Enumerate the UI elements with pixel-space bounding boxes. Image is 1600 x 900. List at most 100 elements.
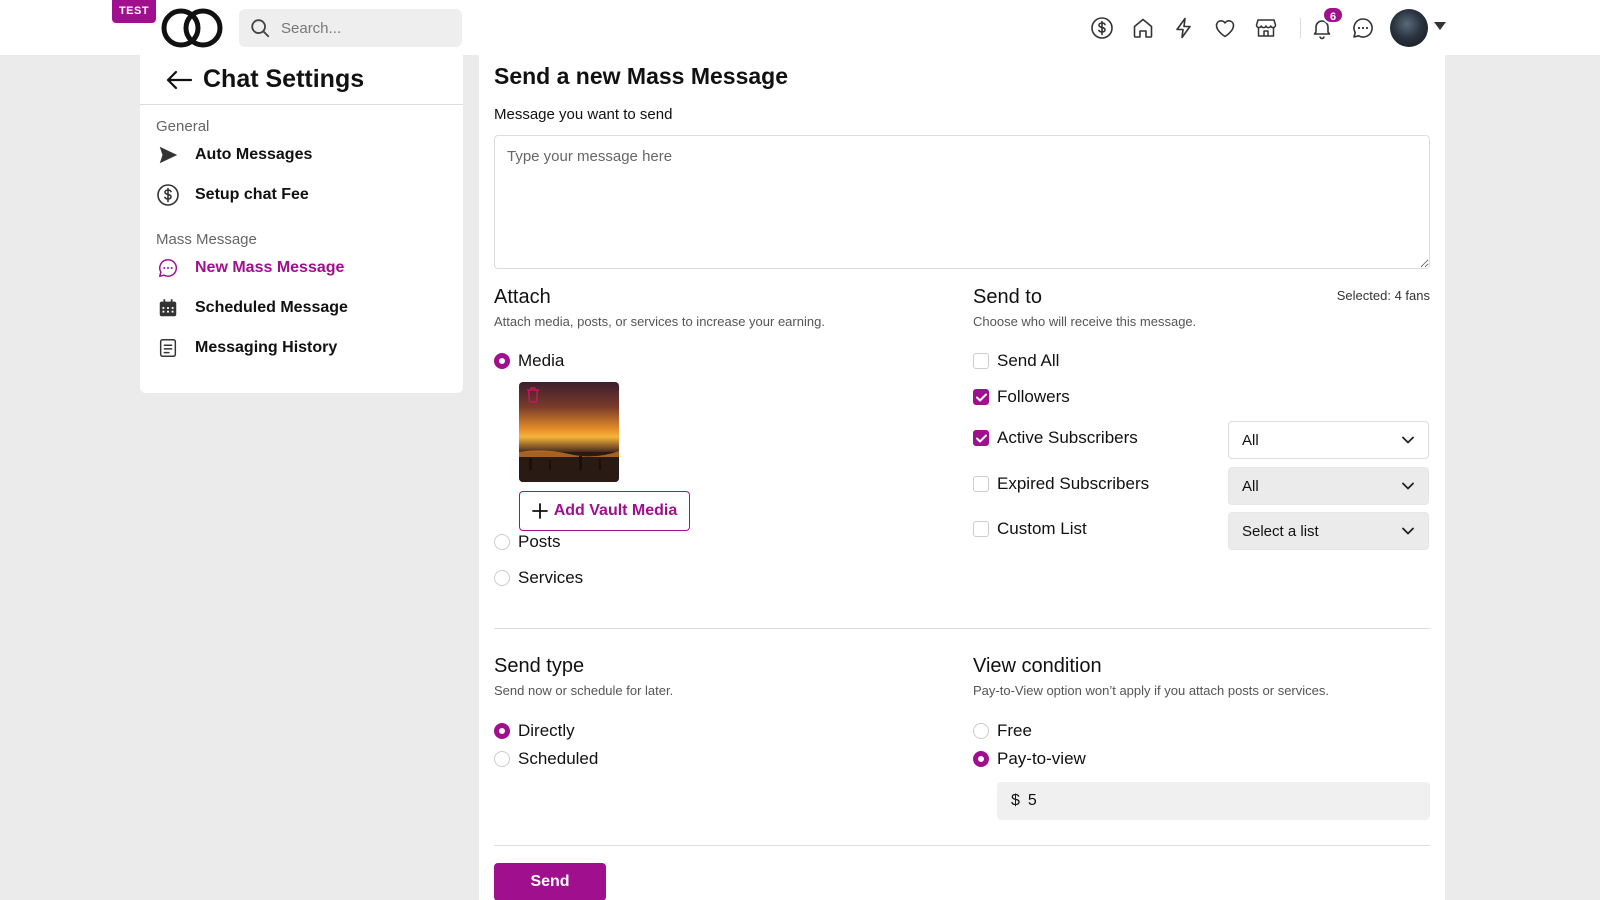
section-divider [494,628,1430,629]
checkbox-custom-list[interactable] [973,521,989,537]
select-value: Select a list [1242,522,1319,540]
radio-free[interactable] [973,723,989,739]
radio-services[interactable] [494,570,510,586]
add-vault-media-button[interactable]: Add Vault Media [519,491,690,531]
radio-posts[interactable] [494,534,510,550]
avatar[interactable] [1390,9,1428,47]
trash-icon[interactable] [525,386,541,404]
message-textarea[interactable] [494,135,1430,269]
option-label: Custom List [997,519,1087,538]
view-condition-title: View condition [973,655,1102,677]
chat-icon[interactable] [1351,16,1375,40]
chevron-down-icon[interactable] [1434,22,1446,30]
chat-icon [159,259,178,277]
logo-icon[interactable] [158,7,226,49]
document-icon [159,339,177,357]
price-input[interactable] [1027,792,1408,810]
attach-option-media[interactable]: Media [494,351,564,371]
sidebar-item-new-mass-message[interactable]: New Mass Message [140,248,463,288]
price-field[interactable]: $ [997,782,1430,820]
checkbox-followers[interactable] [973,389,989,405]
send-to-expired-subscribers[interactable]: Expired Subscribers [973,474,1149,494]
view-condition-subtitle: Pay-to-View option won’t apply if you at… [973,683,1329,698]
active-subscribers-select[interactable]: All [1228,421,1429,459]
dollar-icon [157,184,179,206]
sidebar-item-label: Setup chat Fee [195,186,309,203]
media-thumbnail[interactable] [519,382,619,482]
search-icon [251,19,270,38]
nav-divider [1300,18,1301,38]
checkbox-expired-subscribers[interactable] [973,476,989,492]
sidebar: Chat Settings General Auto Messages Setu… [140,55,463,393]
check-icon [975,393,987,401]
search-bar[interactable] [239,9,462,47]
chevron-down-icon [1402,482,1414,490]
option-label: Expired Subscribers [997,474,1150,493]
radio-pay-to-view[interactable] [973,751,989,767]
option-label: Free [997,721,1032,740]
send-to-followers[interactable]: Followers [973,387,1070,407]
attach-option-services[interactable]: Services [494,568,583,588]
option-label: Directly [518,721,575,740]
sidebar-header: Chat Settings [140,55,463,105]
radio-directly[interactable] [494,723,510,739]
send-type-scheduled[interactable]: Scheduled [494,749,598,769]
check-icon [975,434,987,442]
send-icon [159,146,178,164]
send-button[interactable]: Send [494,863,606,900]
checkbox-active-subscribers[interactable] [973,430,989,446]
option-label: Services [518,568,584,587]
radio-media[interactable] [494,353,510,369]
option-label: Media [518,351,565,370]
send-to-custom-list[interactable]: Custom List [973,519,1087,539]
currency-symbol: $ [1011,792,1020,809]
message-label: Message you want to send [494,106,673,123]
send-to-send-all[interactable]: Send All [973,351,1059,371]
store-icon[interactable] [1254,16,1278,40]
option-label: Active Subscribers [997,428,1138,447]
test-badge: TEST [112,0,156,23]
view-condition-free[interactable]: Free [973,721,1032,741]
dollar-icon[interactable] [1090,16,1114,40]
option-label: Scheduled [518,749,599,768]
back-arrow-icon[interactable] [165,68,193,92]
option-label: Followers [997,387,1070,406]
radio-scheduled[interactable] [494,751,510,767]
calendar-icon [159,299,177,317]
sidebar-item-label: Auto Messages [195,146,313,163]
footer-divider [494,845,1430,846]
view-condition-pay-to-view[interactable]: Pay-to-view [973,749,1086,769]
expired-subscribers-select[interactable]: All [1228,467,1429,505]
section-label-general: General [156,118,210,135]
send-type-subtitle: Send now or schedule for later. [494,683,674,698]
option-label: Pay-to-view [997,749,1086,768]
sidebar-item-scheduled-message[interactable]: Scheduled Message [140,288,463,328]
attach-title: Attach [494,286,551,308]
sunset-image-detail [519,450,619,482]
send-type-directly[interactable]: Directly [494,721,575,741]
custom-list-select[interactable]: Select a list [1228,512,1429,550]
form-title: Send a new Mass Message [494,63,789,89]
sidebar-item-auto-messages[interactable]: Auto Messages [140,135,463,175]
select-value: All [1242,477,1259,495]
checkbox-send-all[interactable] [973,353,989,369]
sidebar-item-setup-chat-fee[interactable]: Setup chat Fee [140,175,463,215]
sidebar-item-label: Scheduled Message [195,299,348,316]
option-label: Posts [518,532,561,551]
send-to-subtitle: Choose who will receive this message. [973,314,1197,329]
send-to-title: Send to [973,286,1042,308]
sidebar-item-messaging-history[interactable]: Messaging History [140,328,463,368]
attach-option-posts[interactable]: Posts [494,532,561,552]
attach-subtitle: Attach media, posts, or services to incr… [494,314,825,329]
search-input[interactable] [281,19,451,37]
chevron-down-icon [1402,436,1414,444]
lightning-icon[interactable] [1172,16,1196,40]
page-title: Chat Settings [203,65,365,93]
send-type-title: Send type [494,655,585,677]
send-to-active-subscribers[interactable]: Active Subscribers [973,428,1138,448]
notification-badge: 6 [1322,6,1344,24]
heart-icon[interactable] [1213,16,1237,40]
main-panel: Send a new Mass Message Message you want… [479,55,1445,900]
home-icon[interactable] [1131,16,1155,40]
option-label: Send All [997,351,1060,370]
